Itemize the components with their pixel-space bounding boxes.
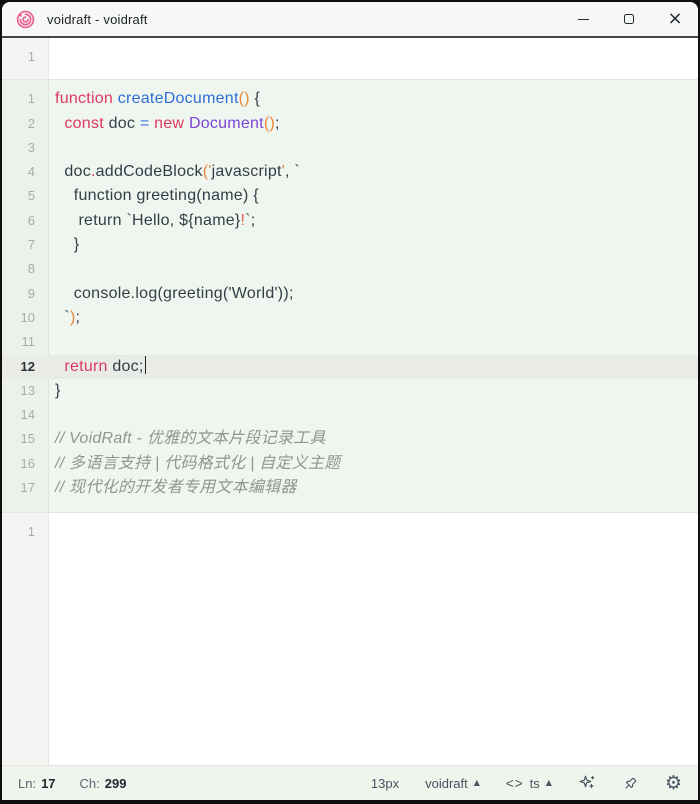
line-number: 13	[2, 379, 48, 403]
settings-button[interactable]: ⚙	[665, 774, 682, 793]
close-icon: ×	[667, 10, 682, 28]
code-text: }	[48, 233, 79, 257]
text-cursor	[145, 356, 147, 374]
minimize-icon	[578, 19, 589, 20]
code-line[interactable]: 1	[2, 520, 698, 544]
code-line[interactable]: 10 `);	[2, 306, 698, 330]
code-line[interactable]: 8	[2, 257, 698, 281]
window-title: voidraft - voidraft	[47, 12, 148, 27]
code-text: }	[48, 379, 61, 403]
document-selector[interactable]: voidraft ▲	[425, 776, 480, 791]
status-bar: Ln:17 Ch:299 13px voidraft ▲ <> ts ▲	[2, 765, 698, 800]
editor-block-3[interactable]: 1	[2, 512, 698, 765]
line-number: 9	[2, 282, 48, 306]
code-line[interactable]: 1	[2, 45, 698, 69]
line-number: 11	[2, 330, 48, 354]
code-line[interactable]: 11	[2, 330, 698, 354]
code-text	[48, 330, 55, 354]
line-number: 1	[2, 45, 48, 69]
code-text: console.log(greeting('World'));	[48, 282, 294, 306]
code-text: return doc;	[48, 355, 146, 379]
chevron-up-icon: ▲	[474, 779, 480, 787]
code-text: // VoidRaft - 优雅的文本片段记录工具	[48, 427, 326, 451]
language-selector[interactable]: <> ts ▲	[506, 776, 552, 791]
chevron-up-icon: ▲	[546, 779, 552, 787]
maximize-button[interactable]	[606, 2, 652, 37]
pin-icon	[622, 775, 639, 792]
code-text	[48, 403, 55, 427]
format-code-button[interactable]	[578, 774, 596, 792]
code-text	[48, 136, 55, 160]
code-line[interactable]: 6 return `Hello, ${name}!`;	[2, 209, 698, 233]
gear-icon: ⚙	[665, 774, 682, 793]
code-text: function createDocument() {	[48, 87, 260, 111]
screen: voidraft - voidraft × 11function createD…	[0, 0, 700, 804]
line-number: 5	[2, 184, 48, 208]
line-number: 1	[2, 520, 48, 544]
close-button[interactable]: ×	[652, 2, 698, 37]
code-text: // 现代化的开发者专用文本编辑器	[48, 476, 297, 500]
statusbar-controls: 13px voidraft ▲ <> ts ▲	[371, 774, 682, 793]
line-number: 12	[2, 355, 48, 379]
code-text: return `Hello, ${name}!`;	[48, 209, 256, 233]
code-text: `);	[48, 306, 80, 330]
minimize-button[interactable]	[560, 2, 606, 37]
code-line[interactable]: 3	[2, 136, 698, 160]
code-text	[48, 520, 55, 544]
code-line[interactable]: 15// VoidRaft - 优雅的文本片段记录工具	[2, 427, 698, 451]
sparkles-icon	[578, 774, 596, 792]
line-number: 7	[2, 233, 48, 257]
code-line[interactable]: 16// 多语言支持 | 代码格式化 | 自定义主题	[2, 452, 698, 476]
cursor-position-group: Ln:17 Ch:299	[18, 776, 126, 791]
char-indicator: Ch:299	[80, 776, 127, 791]
code-line[interactable]: 2 const doc = new Document();	[2, 112, 698, 136]
code-line[interactable]: 17// 现代化的开发者专用文本编辑器	[2, 476, 698, 500]
code-line[interactable]: 13}	[2, 379, 698, 403]
editor-block-1[interactable]: 1	[2, 38, 698, 79]
code-text	[48, 45, 55, 69]
code-line[interactable]: 5 function greeting(name) {	[2, 184, 698, 208]
code-line[interactable]: 7 }	[2, 233, 698, 257]
code-line[interactable]: 1function createDocument() {	[2, 87, 698, 111]
code-text	[48, 257, 55, 281]
app-window: voidraft - voidraft × 11function createD…	[2, 2, 698, 800]
line-number: 1	[2, 87, 48, 111]
line-number: 6	[2, 209, 48, 233]
font-size-button[interactable]: 13px	[371, 776, 399, 791]
line-number: 10	[2, 306, 48, 330]
code-text: function greeting(name) {	[48, 184, 259, 208]
maximize-icon	[624, 14, 634, 24]
line-indicator: Ln:17	[18, 776, 56, 791]
code-text: // 多语言支持 | 代码格式化 | 自定义主题	[48, 452, 340, 476]
line-number: 17	[2, 476, 48, 500]
line-number: 15	[2, 427, 48, 451]
line-number: 2	[2, 112, 48, 136]
line-number: 16	[2, 452, 48, 476]
code-line[interactable]: 14	[2, 403, 698, 427]
line-number: 4	[2, 160, 48, 184]
titlebar: voidraft - voidraft ×	[2, 2, 698, 38]
editor: 11function createDocument() {2 const doc…	[2, 38, 698, 765]
line-number: 3	[2, 136, 48, 160]
code-text: doc.addCodeBlock('javascript', `	[48, 160, 300, 184]
code-line[interactable]: 9 console.log(greeting('World'));	[2, 282, 698, 306]
editor-block-2[interactable]: 1function createDocument() {2 const doc …	[2, 79, 698, 512]
code-line[interactable]: 4 doc.addCodeBlock('javascript', `	[2, 160, 698, 184]
active-code-line[interactable]: 12 return doc;	[2, 355, 698, 379]
app-logo-icon	[16, 10, 35, 29]
line-number: 8	[2, 257, 48, 281]
code-brackets-icon: <>	[506, 776, 524, 791]
pin-window-button[interactable]	[622, 775, 639, 792]
line-number: 14	[2, 403, 48, 427]
code-text: const doc = new Document();	[48, 112, 280, 136]
